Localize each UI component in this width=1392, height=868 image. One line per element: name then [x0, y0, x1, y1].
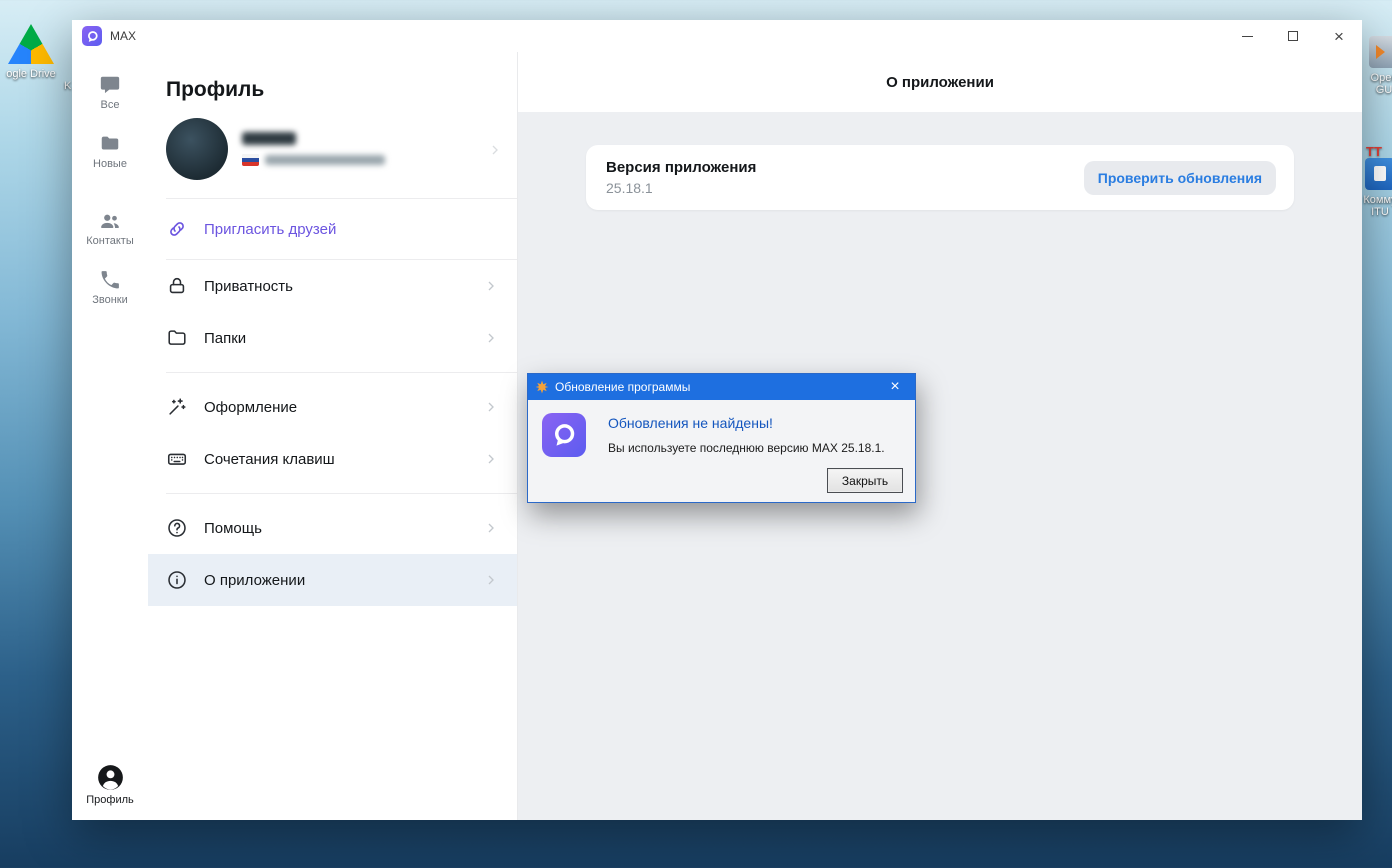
settings-item-appearance[interactable]: Оформление [148, 381, 517, 433]
page-title: О приложении [886, 73, 994, 91]
dialog-title: Обновление программы [555, 380, 691, 394]
desktop-icon-label: Комму [1363, 194, 1392, 206]
folder-icon [168, 330, 186, 345]
desktop-tt-label: TT [1366, 144, 1382, 159]
contacts-icon [101, 214, 119, 228]
phone-icon [101, 271, 119, 289]
close-icon: × [890, 378, 900, 395]
dialog-heading: Обновления не найдены! [608, 415, 773, 431]
close-icon: × [1334, 26, 1344, 46]
google-drive-icon [8, 24, 54, 64]
version-value: 25.18.1 [606, 180, 653, 196]
desktop-icon-google-drive[interactable]: ogle Drive [2, 24, 60, 80]
chevron-right-icon [488, 575, 494, 585]
rail-item-label: Контакты [86, 235, 134, 247]
maximize-icon [1288, 31, 1298, 41]
close-button[interactable]: × [1316, 20, 1362, 52]
rail-item-calls[interactable]: Звонки [92, 269, 128, 306]
window-title: MAX [110, 29, 137, 43]
rail-item-label: Профиль [86, 794, 134, 806]
keyboard-icon [167, 453, 187, 465]
version-label: Версия приложения [606, 159, 757, 176]
dialog-close-action-button[interactable]: Закрыть [827, 468, 903, 493]
desktop-icon-openvpn[interactable]: Open GU [1364, 36, 1392, 96]
dialog-titlebar[interactable]: Обновление программы × [528, 374, 915, 400]
maximize-button[interactable] [1270, 20, 1316, 52]
dialog-message: Вы используете последнюю версию MAX 25.1… [608, 441, 885, 455]
chevron-right-icon [492, 145, 498, 155]
desktop-icon-label: GU [1375, 84, 1392, 96]
profile-icon [97, 764, 124, 791]
question-circle-icon [168, 519, 186, 537]
desktop-icon-label-partial: K [64, 80, 72, 92]
update-dialog: Обновление программы × Обновления не най… [527, 373, 916, 503]
chevron-right-icon [488, 523, 494, 533]
about-content: Версия приложения 25.18.1 Проверить обно… [518, 112, 1362, 210]
profile-info [242, 132, 385, 166]
rail-item-label: Все [100, 99, 120, 111]
russia-flag-icon [242, 154, 259, 166]
desktop-icon-label: ITU [1371, 206, 1389, 218]
nav-rail: Все Новые Контакты Звонки Профиль [72, 52, 148, 820]
app-document-icon [1365, 158, 1392, 190]
rail-item-profile[interactable]: Профиль [86, 764, 134, 806]
rail-item-new[interactable]: Новые [93, 133, 127, 170]
chevron-right-icon [488, 281, 494, 291]
lock-icon [169, 277, 185, 294]
settings-item-shortcuts[interactable]: Сочетания клавиш [148, 433, 517, 485]
desktop-icon-label: ogle Drive [6, 68, 56, 80]
settings-item-help[interactable]: Помощь [148, 502, 517, 554]
profile-name-redacted [242, 132, 296, 145]
openvpn-gui-icon [1369, 36, 1392, 68]
divider [166, 372, 517, 373]
max-logo-icon [82, 26, 102, 46]
info-circle-icon [168, 571, 186, 589]
check-updates-button[interactable]: Проверить обновления [1083, 160, 1276, 195]
profile-phone-redacted [265, 155, 385, 165]
avatar [166, 118, 228, 180]
chevron-right-icon [488, 454, 494, 464]
invite-friends-button[interactable]: Пригласить друзей [148, 199, 517, 259]
magic-wand-icon [169, 398, 186, 415]
chats-icon [100, 76, 120, 94]
update-star-icon [535, 380, 549, 394]
window-titlebar: MAX × [72, 20, 1362, 52]
dialog-close-button[interactable]: × [875, 374, 915, 400]
max-logo-icon [542, 413, 586, 457]
invite-friends-label: Пригласить друзей [204, 220, 337, 238]
dialog-body: Обновления не найдены! Вы используете по… [528, 400, 915, 502]
window-controls: × [1224, 20, 1362, 52]
rail-item-all-chats[interactable]: Все [99, 74, 121, 111]
settings-panel: Профиль Пригласить друзей Приватность Па… [148, 52, 518, 820]
divider [166, 493, 517, 494]
profile-card[interactable] [148, 102, 517, 198]
chevron-right-icon [488, 333, 494, 343]
version-card: Версия приложения 25.18.1 Проверить обно… [586, 145, 1294, 210]
minimize-icon [1241, 35, 1253, 37]
settings-item-folders[interactable]: Папки [148, 312, 517, 364]
rail-item-label: Звонки [92, 294, 128, 306]
link-icon [170, 222, 184, 236]
chevron-right-icon [488, 402, 494, 412]
rail-item-label: Новые [93, 158, 127, 170]
rail-item-contacts[interactable]: Контакты [86, 210, 134, 247]
settings-item-about[interactable]: О приложении [148, 554, 517, 606]
desktop-icon-label: Open [1370, 72, 1392, 84]
settings-title: Профиль [166, 78, 265, 101]
folder-icon [101, 136, 119, 150]
desktop-icon-communicator[interactable]: Комму ITU [1360, 158, 1392, 218]
settings-item-privacy[interactable]: Приватность [148, 260, 517, 312]
page-header: О приложении [518, 52, 1362, 112]
minimize-button[interactable] [1224, 20, 1270, 52]
